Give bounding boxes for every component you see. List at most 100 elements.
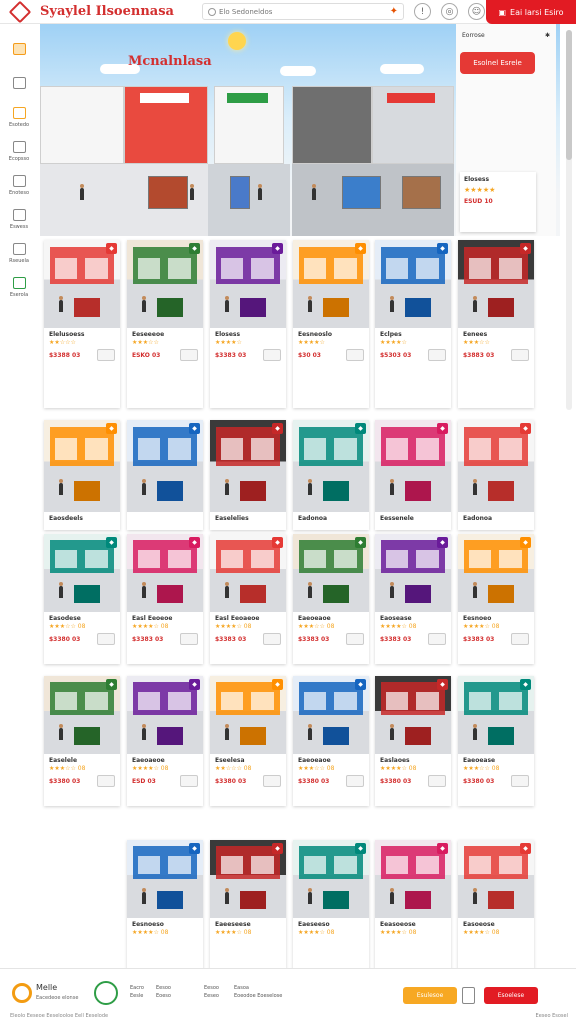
footer-link-group[interactable]: Eacro Eesle (130, 985, 144, 999)
sidebar-item-2[interactable]: Esotedo (0, 100, 38, 134)
footer-link[interactable]: Eeseo (204, 993, 219, 999)
add-to-cart-icon[interactable] (428, 349, 446, 361)
add-to-cart-icon[interactable] (263, 775, 281, 787)
add-to-cart-icon[interactable] (346, 775, 364, 787)
store-thumbnail[interactable]: ◆ (44, 420, 120, 512)
product-card[interactable]: ◆ Elosess ★★★★☆ $3383 03 (210, 240, 286, 408)
store-thumbnail[interactable]: ◆ (458, 840, 534, 918)
store-thumbnail[interactable]: ◆ (458, 240, 534, 328)
product-card[interactable]: ◆ Eesnoeso ★★★★☆ 08 (127, 840, 203, 970)
store-thumbnail[interactable]: ◆ (127, 240, 203, 328)
product-card[interactable]: ◆ Elelusoess ★★☆☆☆ $3388 03 (44, 240, 120, 408)
sidebar-item-stores[interactable] (0, 66, 38, 100)
store-thumbnail[interactable]: ◆ (44, 240, 120, 328)
store-thumbnail[interactable]: ◆ (210, 240, 286, 328)
product-card[interactable]: ◆ Eseelesa ★★☆☆☆ 08 $3380 03 (210, 676, 286, 806)
sidebar-item-5[interactable]: Eswess (0, 202, 38, 236)
settings-icon[interactable]: ✦ (390, 6, 398, 17)
add-to-cart-icon[interactable] (180, 349, 198, 361)
product-card[interactable]: ◆ Eaosdeels (44, 420, 120, 530)
sidebar-item-7[interactable]: Eserola (0, 270, 38, 304)
add-to-cart-icon[interactable] (97, 775, 115, 787)
product-card[interactable]: ◆ Easelelies (210, 420, 286, 530)
product-card[interactable]: ◆ Eaeoeaoe ★★★☆☆ 08 $3383 03 (293, 534, 369, 664)
store-thumbnail[interactable]: ◆ (293, 420, 369, 512)
footer-link[interactable]: Easoa (234, 985, 282, 991)
store-thumbnail[interactable]: ◆ (458, 534, 534, 612)
store-thumbnail[interactable]: ◆ (375, 676, 451, 754)
product-card[interactable]: ◆ Easelele ★★★☆☆ 08 $3380 03 (44, 676, 120, 806)
footer-primary-button[interactable]: Esulesoe (403, 987, 457, 1004)
promo-card[interactable]: Elosess ★★★★★ ESUD 10 (460, 172, 536, 232)
user-icon[interactable]: ☺ (468, 3, 485, 20)
store-thumbnail[interactable]: ◆ (127, 420, 203, 512)
footer-secondary-button[interactable]: Esoelese (484, 987, 538, 1004)
footer-link-group[interactable]: Eesoo Eoeso (156, 985, 171, 999)
sidebar-item-3[interactable]: Ecopsso (0, 134, 38, 168)
product-card[interactable]: ◆ Eesnoeo ★★★★☆ 08 $3383 03 (458, 534, 534, 664)
sidebar-item-home[interactable] (0, 32, 38, 66)
add-to-cart-icon[interactable] (511, 349, 529, 361)
footer-link[interactable]: Eacro (130, 985, 144, 991)
product-card[interactable]: ◆ Eaeeseese ★★★★☆ 08 (210, 840, 286, 970)
add-to-cart-icon[interactable] (428, 775, 446, 787)
product-card[interactable]: ◆ Eaeoeaoe ★★★☆☆ 08 $3380 03 (293, 676, 369, 806)
store-thumbnail[interactable]: ◆ (458, 420, 534, 512)
product-card[interactable]: ◆ Easoeose ★★★★☆ 08 (458, 840, 534, 970)
product-card[interactable]: ◆ Eeseeeoe ★★★☆☆ ESKO 03 (127, 240, 203, 408)
sidebar-item-6[interactable]: Rseuela (0, 236, 38, 270)
add-to-cart-icon[interactable] (97, 633, 115, 645)
product-card[interactable]: ◆ Easodese ★★★☆☆ 08 $3380 03 (44, 534, 120, 664)
product-card[interactable]: ◆ Eaeoaeoe ★★★★☆ 08 ESD 03 (127, 676, 203, 806)
store-thumbnail[interactable]: ◆ (458, 676, 534, 754)
logo-icon[interactable] (8, 0, 32, 23)
add-to-cart-icon[interactable] (346, 633, 364, 645)
product-card[interactable]: ◆ Eaeoease ★★★☆☆ 08 $3380 03 (458, 676, 534, 806)
store-thumbnail[interactable]: ◆ (44, 676, 120, 754)
add-to-cart-icon[interactable] (346, 349, 364, 361)
footer-link-group[interactable]: Eesoo Eeseo (204, 985, 219, 999)
add-to-cart-icon[interactable] (263, 633, 281, 645)
lock-icon[interactable] (462, 987, 475, 1004)
store-thumbnail[interactable]: ◆ (375, 420, 451, 512)
store-thumbnail[interactable]: ◆ (44, 534, 120, 612)
store-thumbnail[interactable]: ◆ (210, 534, 286, 612)
store-thumbnail[interactable]: ◆ (375, 240, 451, 328)
product-card[interactable]: ◆ Eaeseeso ★★★★☆ 08 (293, 840, 369, 970)
scrollbar-thumb[interactable] (566, 30, 572, 160)
product-card[interactable]: ◆ Eenees ★★★☆☆ $3883 03 (458, 240, 534, 408)
add-to-cart-icon[interactable] (180, 775, 198, 787)
store-thumbnail[interactable]: ◆ (375, 534, 451, 612)
product-card[interactable]: ◆ Eadonoa (293, 420, 369, 530)
brand-title[interactable]: Syaylel Ilsoennasa (40, 4, 174, 19)
promo-button[interactable]: Esolnel Esrele (460, 52, 535, 74)
store-thumbnail[interactable]: ◆ (210, 840, 286, 918)
hero-banner[interactable]: Mcnalnlasa Eorrose ✱ Esolnel Esrele Elos… (40, 24, 560, 236)
product-card[interactable]: ◆ Eessenele (375, 420, 451, 530)
footer-link-group[interactable]: Easoa Eoeodoe Eoeselose (234, 985, 282, 999)
product-card[interactable]: ◆ Eesneoslo ★★★★☆ $30 03 (293, 240, 369, 408)
product-card[interactable]: ◆ Easl Eeoaeoe ★★★★☆ 08 $3383 03 (210, 534, 286, 664)
store-thumbnail[interactable]: ◆ (127, 840, 203, 918)
product-card[interactable]: ◆ Easl Eeoeoe ★★★★☆ 08 $3383 03 (127, 534, 203, 664)
add-to-cart-icon[interactable] (97, 349, 115, 361)
search-input[interactable]: Elo Sedoneldos (219, 8, 272, 16)
store-thumbnail[interactable]: ◆ (375, 840, 451, 918)
globe-icon[interactable]: ◎ (441, 3, 458, 20)
add-to-cart-icon[interactable] (180, 633, 198, 645)
product-card[interactable]: ◆ Eeasoeose ★★★★☆ 08 (375, 840, 451, 970)
product-card[interactable]: ◆ Easlaoes ★★★★☆ 08 $3380 03 (375, 676, 451, 806)
product-card[interactable]: ◆ Eadonoa (458, 420, 534, 530)
footer-link[interactable]: Eesle (130, 993, 144, 999)
add-to-cart-icon[interactable] (511, 633, 529, 645)
product-card[interactable]: ◆ (127, 420, 203, 530)
header-cta-button[interactable]: ▣ Eai larsi Esiro (486, 0, 576, 24)
store-thumbnail[interactable]: ◆ (127, 534, 203, 612)
store-thumbnail[interactable]: ◆ (293, 534, 369, 612)
store-thumbnail[interactable]: ◆ (210, 420, 286, 512)
add-to-cart-icon[interactable] (511, 775, 529, 787)
store-thumbnail[interactable]: ◆ (293, 240, 369, 328)
product-card[interactable]: ◆ Eclpes ★★★★☆ $5303 03 (375, 240, 451, 408)
footer-logo-icon[interactable] (12, 983, 32, 1003)
product-card[interactable]: ◆ Eaosease ★★★★☆ 08 $3383 03 (375, 534, 451, 664)
